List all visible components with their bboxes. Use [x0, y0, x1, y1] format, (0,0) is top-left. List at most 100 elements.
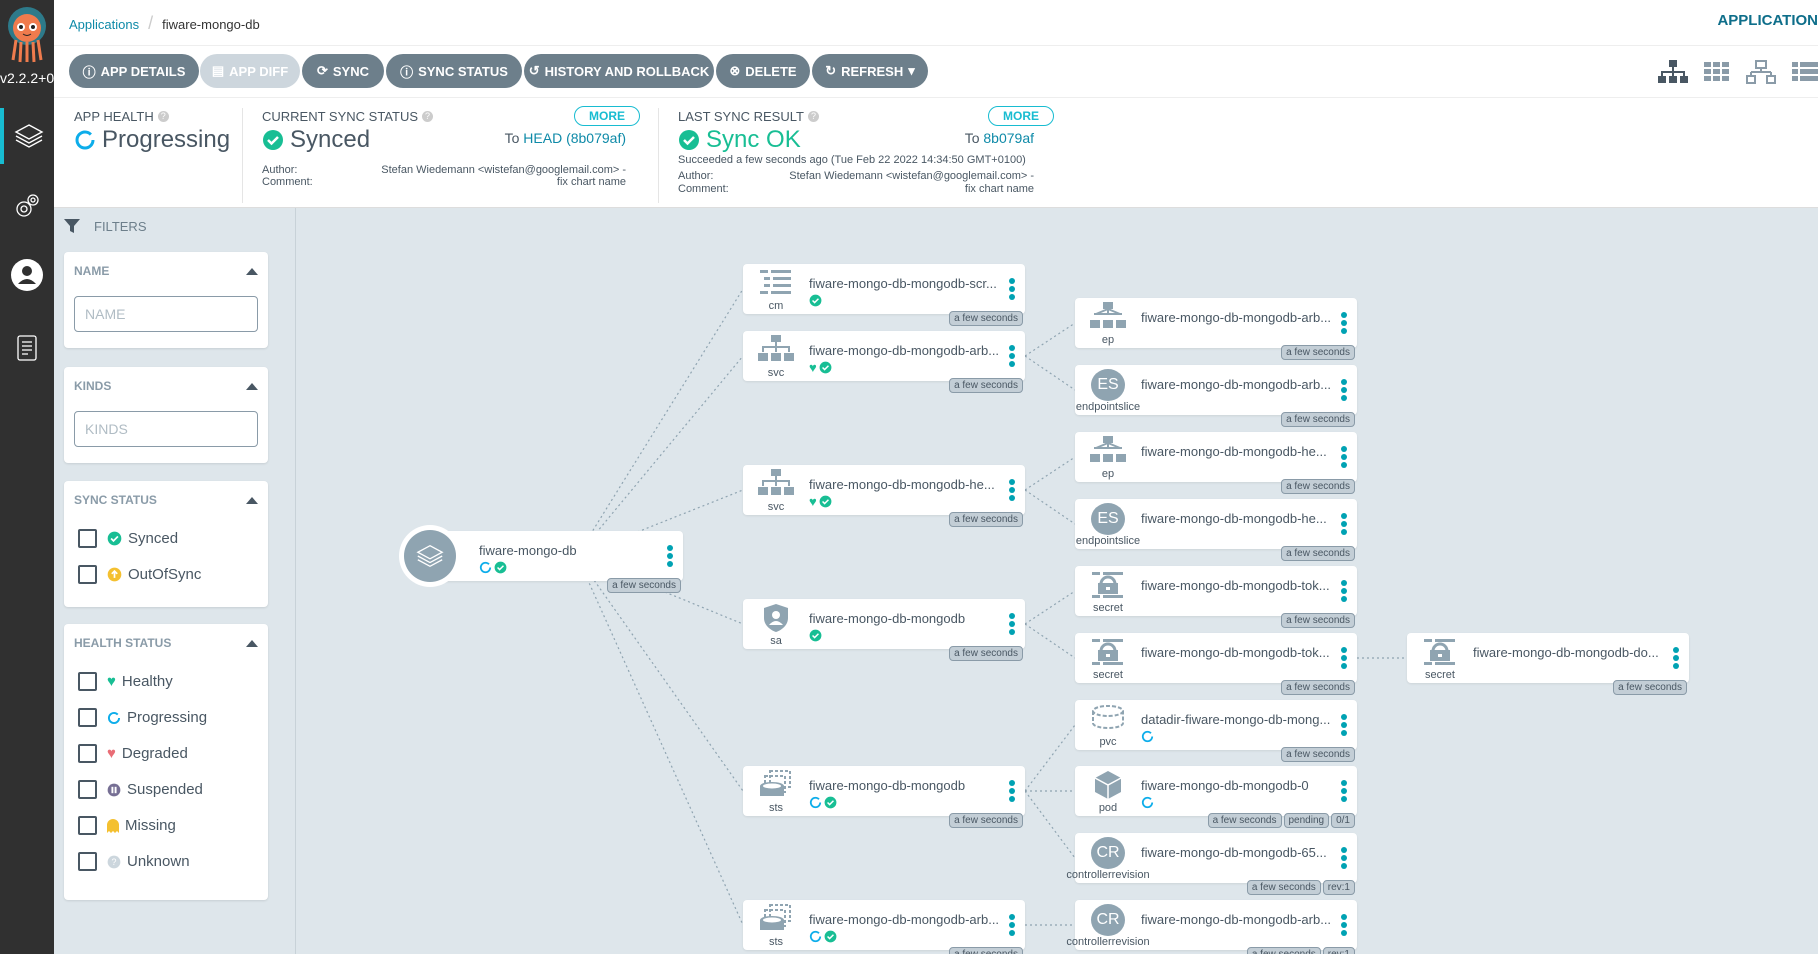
resource-node-pvc[interactable]: pvc datadir-fiware-mongo-db-mong... a few … — [1075, 700, 1357, 762]
refresh-button[interactable]: ↻ REFRESH ▾ — [812, 54, 928, 88]
app-details-button[interactable]: ⓘ APP DETAILS — [69, 54, 199, 88]
breadcrumb-separator: / — [148, 13, 154, 33]
resource-node-secret[interactable]: secret fiware-mongo-db-mongodb-tok... a fe… — [1075, 566, 1357, 628]
node-name: fiware-mongo-db-mongodb-he... — [1141, 511, 1327, 526]
sync-status-button[interactable]: ⓘ SYNC STATUS — [386, 54, 522, 88]
resource-node-svc[interactable]: svc fiware-mongo-db-mongodb-he... ♥ a few s… — [743, 465, 1025, 527]
current-sync-label: CURRENT SYNC STATUS — [262, 109, 419, 124]
progressing-icon — [1141, 730, 1154, 743]
question-icon: ? — [107, 855, 121, 868]
node-kind: endpointslice — [1075, 401, 1141, 413]
node-menu-icon[interactable] — [1341, 780, 1347, 802]
resource-node-ep[interactable]: ep fiware-mongo-db-mongodb-arb... a few se… — [1075, 298, 1357, 360]
resource-node-cm[interactable]: cm fiware-mongo-db-mongodb-scr... a few se… — [743, 264, 1025, 326]
node-menu-icon[interactable] — [1009, 345, 1015, 367]
resource-node-secret[interactable]: secret fiware-mongo-db-mongodb-tok... a fe… — [1075, 633, 1357, 695]
resource-node-controllerrevision[interactable]: CR controllerrevision fiware-mongo-db-mong… — [1066, 833, 1357, 895]
nav-applications[interactable] — [0, 108, 54, 164]
help-icon[interactable]: ? — [422, 111, 434, 122]
node-tag: a few seconds — [1281, 479, 1355, 494]
pod-icon — [1094, 771, 1122, 799]
filter-progressing-checkbox[interactable]: Progressing — [78, 708, 207, 727]
node-menu-icon[interactable] — [1341, 312, 1347, 334]
node-tag: a few seconds — [949, 813, 1023, 828]
node-tag: rev:1 — [1322, 880, 1355, 895]
argo-logo-icon[interactable] — [4, 6, 50, 66]
filter-healthy-checkbox[interactable]: ♥ Healthy — [78, 672, 173, 691]
node-status — [809, 796, 837, 809]
nav-docs[interactable] — [0, 320, 54, 376]
app-diff-button[interactable]: ▤ APP DIFF — [200, 54, 300, 88]
list-view-icon[interactable] — [1792, 60, 1818, 84]
resource-node-endpointslice[interactable]: ES endpointslice fiware-mongo-db-mongodb-a… — [1075, 365, 1357, 427]
info-icon: ⓘ — [400, 64, 414, 80]
edge-line — [1024, 623, 1076, 659]
node-menu-icon[interactable] — [1341, 580, 1347, 602]
resource-node-pod[interactable]: pod fiware-mongo-db-mongodb-0 a few second… — [1075, 766, 1357, 828]
node-menu-icon[interactable] — [1341, 647, 1347, 669]
resource-node-ep[interactable]: ep fiware-mongo-db-mongodb-he... a few sec… — [1075, 432, 1357, 494]
collapse-icon[interactable] — [246, 383, 258, 390]
root-app-node[interactable]: fiware-mongo-db a few seconds — [399, 525, 683, 593]
tree-view-icon[interactable] — [1658, 60, 1688, 84]
node-tag: a few seconds — [1207, 813, 1282, 828]
synced-check-icon — [679, 130, 699, 150]
name-filter-input[interactable] — [74, 296, 258, 332]
node-menu-icon[interactable] — [667, 545, 673, 567]
node-menu-icon[interactable] — [1009, 278, 1015, 300]
node-menu-icon[interactable] — [1341, 379, 1347, 401]
help-icon[interactable]: ? — [157, 111, 169, 122]
synced-check-icon — [819, 495, 832, 508]
resource-node-svc[interactable]: svc fiware-mongo-db-mongodb-arb... ♥ a few … — [743, 331, 1025, 393]
node-tag: a few seconds — [949, 947, 1023, 954]
service-icon — [758, 335, 794, 361]
resource-node-endpointslice[interactable]: ES endpointslice fiware-mongo-db-mongodb-h… — [1075, 499, 1357, 561]
node-menu-icon[interactable] — [1009, 613, 1015, 635]
nav-user-info[interactable] — [0, 247, 54, 303]
current-sync-more-button[interactable]: MORE — [574, 106, 640, 126]
progressing-icon — [479, 561, 492, 574]
delete-button[interactable]: ⊗ DELETE — [716, 54, 810, 88]
progressing-icon — [809, 930, 822, 943]
history-icon: ↺ — [528, 63, 540, 78]
node-menu-icon[interactable] — [1341, 714, 1347, 736]
resource-node-sts[interactable]: sts fiware-mongo-db-mongodb-arb... a few s… — [743, 900, 1025, 954]
filter-unknown-checkbox[interactable]: ? Unknown — [78, 852, 190, 871]
edge-line — [576, 355, 744, 557]
kinds-filter-input[interactable] — [74, 411, 258, 447]
sync-button[interactable]: ⟳ SYNC — [302, 54, 384, 88]
collapse-icon[interactable] — [246, 640, 258, 647]
filter-degraded-checkbox[interactable]: ♥ Degraded — [78, 744, 188, 763]
filter-suspended-checkbox[interactable]: Suspended — [78, 780, 203, 799]
current-revision-link[interactable]: HEAD (8b079af) — [523, 130, 626, 146]
node-menu-icon[interactable] — [1341, 847, 1347, 869]
resource-node-secret[interactable]: secret fiware-mongo-db-mongodb-do... a few… — [1407, 633, 1689, 695]
filter-outofsync-checkbox[interactable]: OutOfSync — [78, 565, 201, 584]
node-kind: ep — [1101, 334, 1115, 346]
node-menu-icon[interactable] — [1673, 647, 1679, 669]
collapse-icon[interactable] — [246, 497, 258, 504]
node-menu-icon[interactable] — [1009, 479, 1015, 501]
edge-line — [576, 288, 744, 557]
last-revision-link[interactable]: 8b079af — [983, 130, 1034, 146]
last-sync-more-button[interactable]: MORE — [988, 106, 1054, 126]
pods-view-icon[interactable] — [1704, 60, 1730, 84]
node-menu-icon[interactable] — [1009, 914, 1015, 936]
resource-node-controllerrevision[interactable]: CR controllerrevision fiware-mongo-db-mong… — [1066, 900, 1357, 954]
resource-node-sts[interactable]: sts fiware-mongo-db-mongodb a few seconds — [743, 766, 1025, 828]
node-menu-icon[interactable] — [1009, 780, 1015, 802]
help-icon[interactable]: ? — [807, 111, 819, 122]
resource-node-sa[interactable]: sa fiware-mongo-db-mongodb a few seconds — [743, 599, 1025, 661]
history-and-rollback-button[interactable]: ↺ HISTORY AND ROLLBACK — [524, 54, 714, 88]
filter-synced-checkbox[interactable]: Synced — [78, 529, 178, 548]
synced-check-icon — [107, 531, 122, 546]
node-menu-icon[interactable] — [1341, 513, 1347, 535]
nav-settings[interactable] — [0, 178, 54, 234]
breadcrumb-applications-link[interactable]: Applications — [69, 17, 139, 32]
node-menu-icon[interactable] — [1341, 914, 1347, 936]
node-menu-icon[interactable] — [1341, 446, 1347, 468]
filter-missing-checkbox[interactable]: Missing — [78, 816, 176, 835]
network-view-icon[interactable] — [1746, 60, 1776, 84]
top-bar: Applications / fiware-mongo-db APPLICATION — [54, 0, 1818, 46]
collapse-icon[interactable] — [246, 268, 258, 275]
